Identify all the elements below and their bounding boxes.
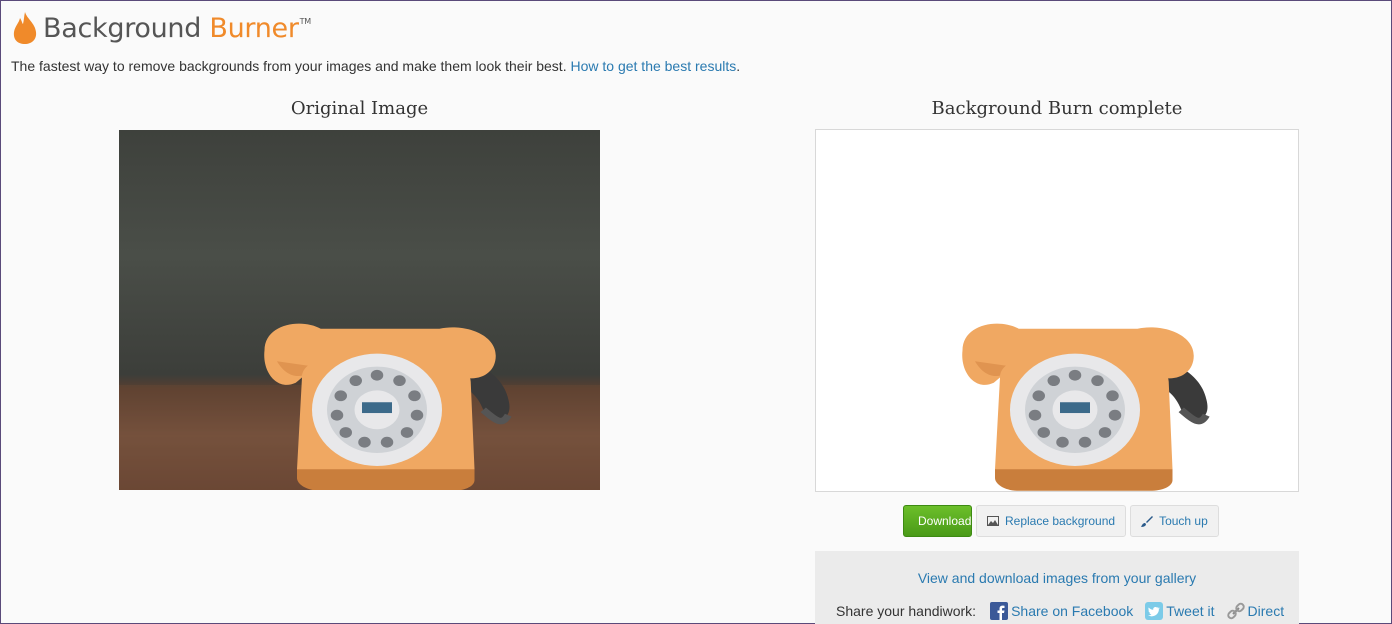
replace-background-label: Replace background — [1005, 514, 1116, 528]
touch-up-label: Touch up — [1159, 514, 1208, 528]
flame-icon — [13, 12, 37, 44]
logo-text: Background BurnerTM — [43, 12, 311, 44]
tweet-link[interactable]: Tweet it — [1145, 602, 1215, 620]
touch-up-button[interactable]: Touch up — [1130, 505, 1219, 537]
share-label: Share your handiwork: — [836, 603, 977, 619]
logo[interactable]: Background BurnerTM — [11, 9, 311, 47]
twitter-icon — [1145, 602, 1164, 620]
tagline: The fastest way to remove backgrounds fr… — [11, 58, 740, 74]
direct-label: Direct — [1247, 603, 1285, 619]
share-panel: View and download images from your galle… — [815, 551, 1299, 624]
share-row: Share your handiwork: Share on Facebook … — [836, 602, 1296, 620]
result-title: Background Burn complete — [931, 98, 1183, 119]
tagline-period: . — [736, 58, 741, 74]
brush-icon — [1141, 516, 1154, 527]
replace-background-button[interactable]: Replace background — [976, 505, 1127, 537]
help-link[interactable]: How to get the best results — [570, 58, 736, 74]
download-label: Download — [918, 514, 972, 528]
gallery-link[interactable]: View and download images from your galle… — [815, 570, 1299, 586]
original-image-title: Original Image — [290, 98, 429, 119]
share-facebook-label: Share on Facebook — [1011, 603, 1134, 619]
tagline-text: The fastest way to remove backgrounds fr… — [11, 58, 567, 74]
image-icon — [987, 516, 999, 526]
result-image — [815, 129, 1299, 492]
direct-link[interactable]: Direct — [1226, 602, 1285, 620]
share-facebook-link[interactable]: Share on Facebook — [990, 602, 1133, 620]
action-buttons: Download Replace background Touch up — [903, 505, 1219, 537]
tweet-label: Tweet it — [1166, 603, 1215, 619]
facebook-icon — [990, 602, 1009, 620]
original-image — [119, 130, 600, 490]
download-button[interactable]: Download — [903, 505, 972, 537]
link-icon — [1226, 602, 1245, 620]
